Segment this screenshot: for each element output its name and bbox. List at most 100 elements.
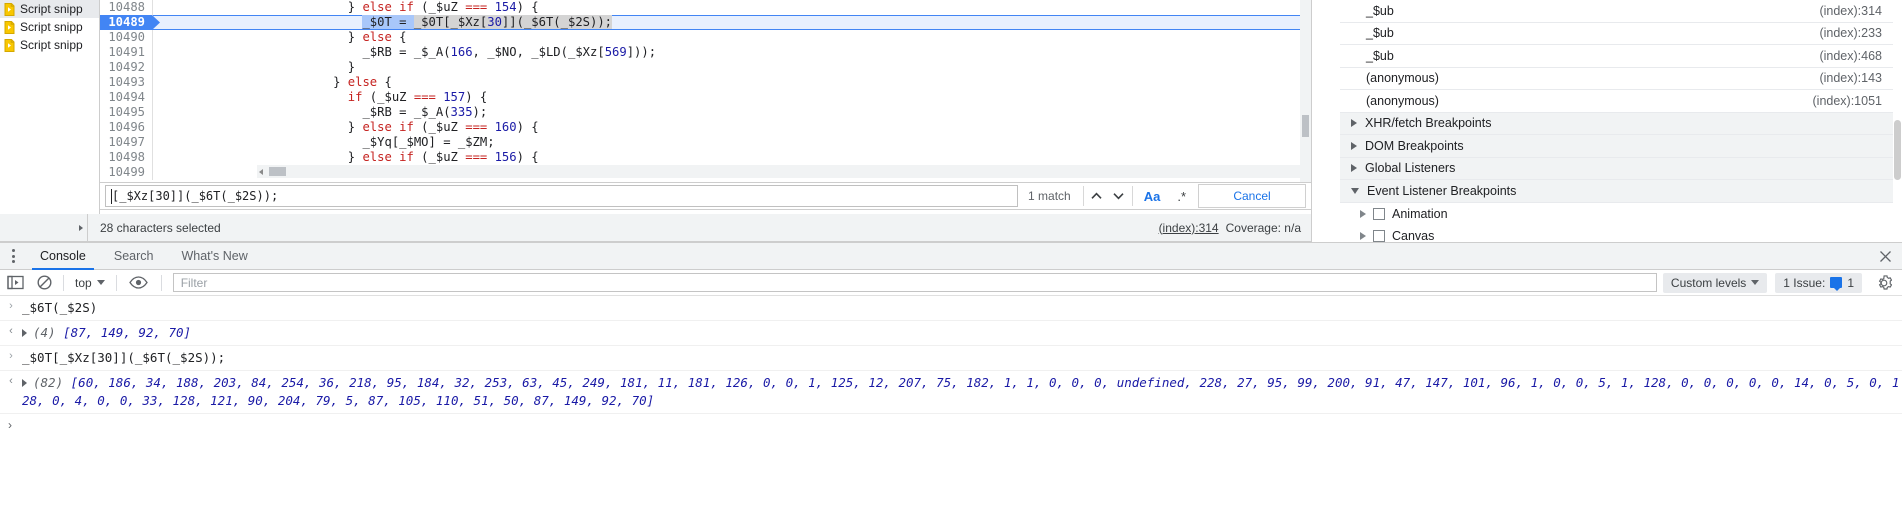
cancel-button[interactable]: Cancel (1198, 184, 1306, 208)
expand-arrow-icon[interactable] (79, 225, 83, 231)
more-options-icon[interactable] (0, 243, 26, 270)
scrollbar-thumb[interactable] (1894, 120, 1901, 180)
event-listener-breakpoints-list[interactable]: Animation Canvas (1340, 203, 1894, 248)
line-number[interactable]: 10496 (100, 120, 152, 135)
code-line[interactable]: 10496 } else if (_$uZ === 160) { (100, 120, 1311, 135)
tab-console[interactable]: Console (26, 243, 100, 270)
code-line[interactable]: 10491 _$RB = _$_A(166, _$NO, _$LD(_$Xz[5… (100, 45, 1311, 60)
tab-search[interactable]: Search (100, 243, 168, 270)
code-line[interactable]: 10497 _$Yq[_$MO] = _$ZM; (100, 135, 1311, 150)
checkbox[interactable] (1373, 230, 1385, 243)
code-token: ) { (516, 120, 539, 134)
code-line[interactable]: 10498 } else if (_$uZ === 156) { (100, 150, 1311, 165)
code-token: = (391, 45, 414, 59)
frame-location[interactable]: (index):233 (1819, 26, 1882, 40)
match-case-toggle[interactable]: Aa (1135, 189, 1170, 204)
snippet-list-item[interactable]: Script snipp (0, 0, 99, 18)
section-label: Global Listeners (1365, 161, 1456, 176)
line-number[interactable]: 10499 (100, 165, 152, 180)
splitter-thumb[interactable] (1302, 115, 1309, 137)
live-expression-button[interactable] (122, 270, 156, 296)
checkbox[interactable] (1373, 207, 1385, 220)
code-editor[interactable]: 10488 } else if (_$uZ === 154) {10489 _$… (100, 0, 1311, 180)
find-previous-button[interactable] (1086, 184, 1108, 208)
find-input[interactable]: [_$Xz[30]](_$6T(_$2S)); (105, 185, 1019, 207)
expand-triangle-icon[interactable] (22, 378, 27, 387)
expand-triangle-icon[interactable] (22, 328, 27, 337)
breakpoint-section-header[interactable]: XHR/fetch Breakpoints (1340, 112, 1894, 135)
console-input-message[interactable]: › _$0T[_$Xz[30]](_$6T(_$2S)); (0, 346, 1902, 371)
snippet-list-item[interactable]: Script snipp (0, 36, 99, 54)
console-output-message[interactable]: ‹ (82) [60, 186, 34, 188, 203, 84, 254, 3… (0, 371, 1902, 414)
frame-location[interactable]: (index):314 (1819, 4, 1882, 18)
line-number[interactable]: 10494 (100, 90, 152, 105)
regex-toggle[interactable]: .* (1169, 189, 1194, 204)
code-line[interactable]: 10492 } (100, 60, 1311, 75)
code-line-current[interactable]: 10489 _$0T = _$0T[_$Xz[30]](_$6T(_$2S)); (100, 15, 1311, 30)
call-stack-frame[interactable]: (anonymous) (index):143 (1340, 68, 1894, 90)
console-message-list[interactable]: › _$6T(_$2S) ‹ (4) [87, 149, 92, 70] › _$0T[_… (0, 296, 1902, 506)
clear-console-button[interactable] (30, 270, 58, 296)
frame-function-name: _$ub (1366, 3, 1394, 18)
line-number[interactable]: 10495 (100, 105, 152, 120)
chevron-right-icon[interactable] (1360, 209, 1366, 218)
code-line[interactable]: 10493 } else { (100, 75, 1311, 90)
console-sidebar-toggle[interactable] (0, 270, 30, 296)
section-label: XHR/fetch Breakpoints (1365, 116, 1492, 131)
find-next-button[interactable] (1108, 184, 1130, 208)
tab-whats-new[interactable]: What's New (167, 243, 261, 270)
line-number[interactable]: 10490 (100, 30, 152, 45)
line-number[interactable]: 10493 (100, 75, 152, 90)
code-line[interactable]: 10494 if (_$uZ === 157) { (100, 90, 1311, 105)
eye-icon (129, 276, 148, 289)
breakpoint-sections[interactable]: XHR/fetch Breakpoints DOM Breakpoints Glob… (1340, 112, 1894, 203)
breakpoint-section-header[interactable]: Global Listeners (1340, 157, 1894, 180)
code-token: _$Xz (567, 45, 598, 59)
line-number[interactable]: 10488 (100, 0, 152, 15)
section-label: Event Listener Breakpoints (1367, 183, 1517, 198)
console-output-message[interactable]: ‹ (4) [87, 149, 92, 70] (0, 321, 1902, 346)
debugger-vertical-scrollbar[interactable] (1893, 0, 1902, 244)
code-token: { (377, 75, 392, 89)
console-prompt[interactable]: › (0, 414, 1902, 436)
line-number[interactable]: 10498 (100, 150, 152, 165)
call-stack-frame[interactable]: _$ub (index):233 (1340, 23, 1894, 45)
call-stack-frame[interactable]: _$ub (index):314 (1340, 0, 1894, 23)
event-listener-breakpoint-item[interactable]: Animation (1340, 203, 1894, 226)
execution-context-selector[interactable]: top (69, 276, 111, 290)
issues-button[interactable]: 1 Issue: 1 (1775, 272, 1862, 293)
breakpoint-section-header[interactable]: DOM Breakpoints (1340, 135, 1894, 158)
console-filter-input[interactable]: Filter (172, 273, 1657, 292)
settings-button[interactable] (1870, 270, 1898, 296)
snippet-list-item[interactable]: Script snipp (0, 18, 99, 36)
close-icon[interactable] (1879, 250, 1892, 263)
source-location-link[interactable]: (index):314 (1159, 221, 1219, 235)
log-level-selector[interactable]: Custom levels (1662, 272, 1768, 293)
line-number[interactable]: 10491 (100, 45, 152, 60)
scroll-left-arrow-icon[interactable] (259, 169, 263, 175)
editor-horizontal-scrollbar[interactable] (257, 165, 1311, 178)
navigator-file-list[interactable]: Script snipp Script snipp Script snipp (0, 0, 100, 244)
code-line[interactable]: 10495 _$RB = _$_A(335); (100, 105, 1311, 120)
chevron-right-icon[interactable] (1360, 232, 1366, 241)
line-number[interactable]: 10492 (100, 60, 152, 75)
line-number[interactable]: 10489 (100, 15, 152, 30)
frame-location[interactable]: (index):143 (1819, 71, 1882, 85)
code-line[interactable]: 10488 } else if (_$uZ === 154) { (100, 0, 1311, 15)
frame-location[interactable]: (index):1051 (1813, 94, 1883, 108)
call-stack-frame[interactable]: _$ub (index):468 (1340, 45, 1894, 68)
message-content: _$0T[_$Xz[30]](_$6T(_$2S)); (22, 349, 1902, 367)
panel-splitter[interactable] (1300, 0, 1311, 182)
code-line[interactable]: 10490 } else { (100, 30, 1311, 45)
console-input-message[interactable]: › _$6T(_$2S) (0, 296, 1902, 321)
frame-location[interactable]: (index):468 (1819, 49, 1882, 63)
call-stack-list[interactable]: _$ub (index):314 _$ub (index):233 _$ub (index… (1340, 0, 1894, 113)
scrollbar-thumb[interactable] (269, 167, 286, 176)
code-token: else (362, 30, 392, 44)
sidebar-panel-icon (6, 275, 24, 290)
call-stack-frame[interactable]: (anonymous) (index):1051 (1340, 90, 1894, 113)
code-token: === (465, 120, 488, 134)
breakpoint-section-header[interactable]: Event Listener Breakpoints (1340, 180, 1894, 203)
line-number[interactable]: 10497 (100, 135, 152, 150)
